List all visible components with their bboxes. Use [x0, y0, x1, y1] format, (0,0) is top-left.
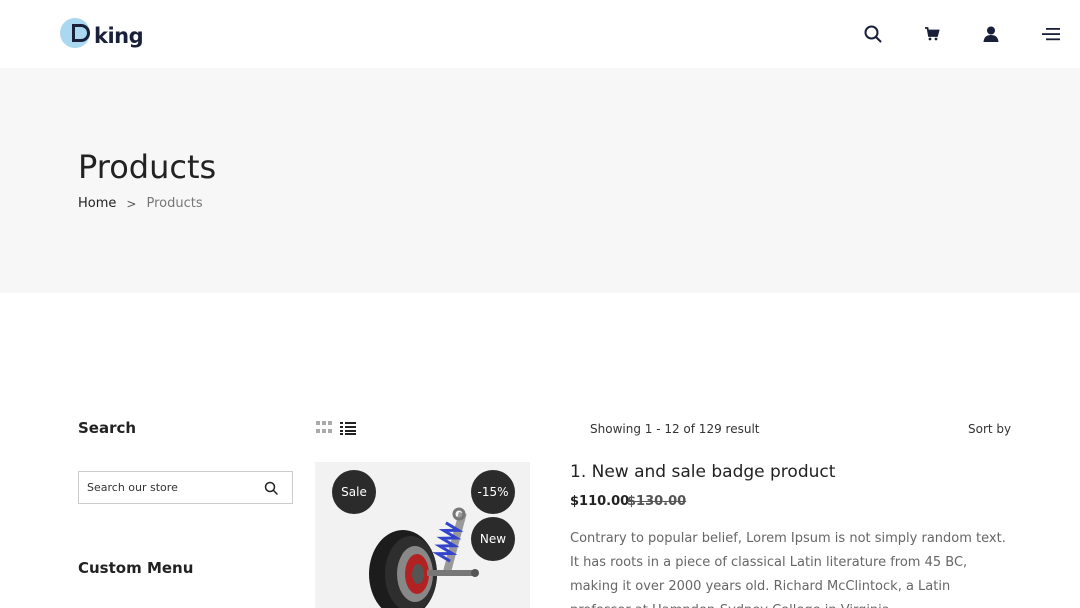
user-icon[interactable] — [980, 23, 1002, 45]
site-header: king — [0, 0, 1080, 68]
product-old-price: $130.00 — [627, 494, 687, 509]
breadcrumb-home-link[interactable]: Home — [78, 196, 116, 211]
product-price: $110.00 — [570, 494, 630, 509]
list-view-icon[interactable] — [340, 421, 356, 435]
custom-menu-heading: Custom Menu — [78, 559, 194, 577]
search-heading: Search — [78, 419, 137, 437]
result-count: Showing 1 - 12 of 129 result — [590, 422, 760, 436]
menu-icon[interactable] — [1040, 23, 1062, 45]
cart-icon[interactable] — [921, 23, 943, 45]
product-description: Contrary to popular belief, Lorem Ipsum … — [570, 531, 1006, 608]
product-title-link[interactable]: 1. New and sale badge product — [570, 462, 835, 482]
new-badge: New — [471, 517, 515, 561]
page-title: Products — [78, 148, 217, 186]
sort-by-dropdown[interactable]: Sort by — [968, 422, 1011, 436]
page-hero: Products Home > Products — [0, 68, 1080, 293]
logo[interactable]: king — [60, 18, 150, 54]
sale-badge: Sale — [332, 470, 376, 514]
search-icon[interactable] — [862, 23, 884, 45]
product-image[interactable]: Sale -15% New — [315, 462, 530, 608]
search-form — [78, 471, 293, 504]
discount-badge: -15% — [471, 470, 515, 514]
breadcrumb-current: Products — [146, 196, 203, 211]
breadcrumb: Home > Products — [78, 196, 203, 211]
grid-view-icon[interactable] — [316, 421, 332, 435]
search-submit-icon[interactable] — [264, 480, 280, 496]
chevron-right-icon: > — [126, 196, 137, 211]
logo-text: king — [94, 24, 144, 48]
search-input[interactable] — [79, 472, 259, 503]
